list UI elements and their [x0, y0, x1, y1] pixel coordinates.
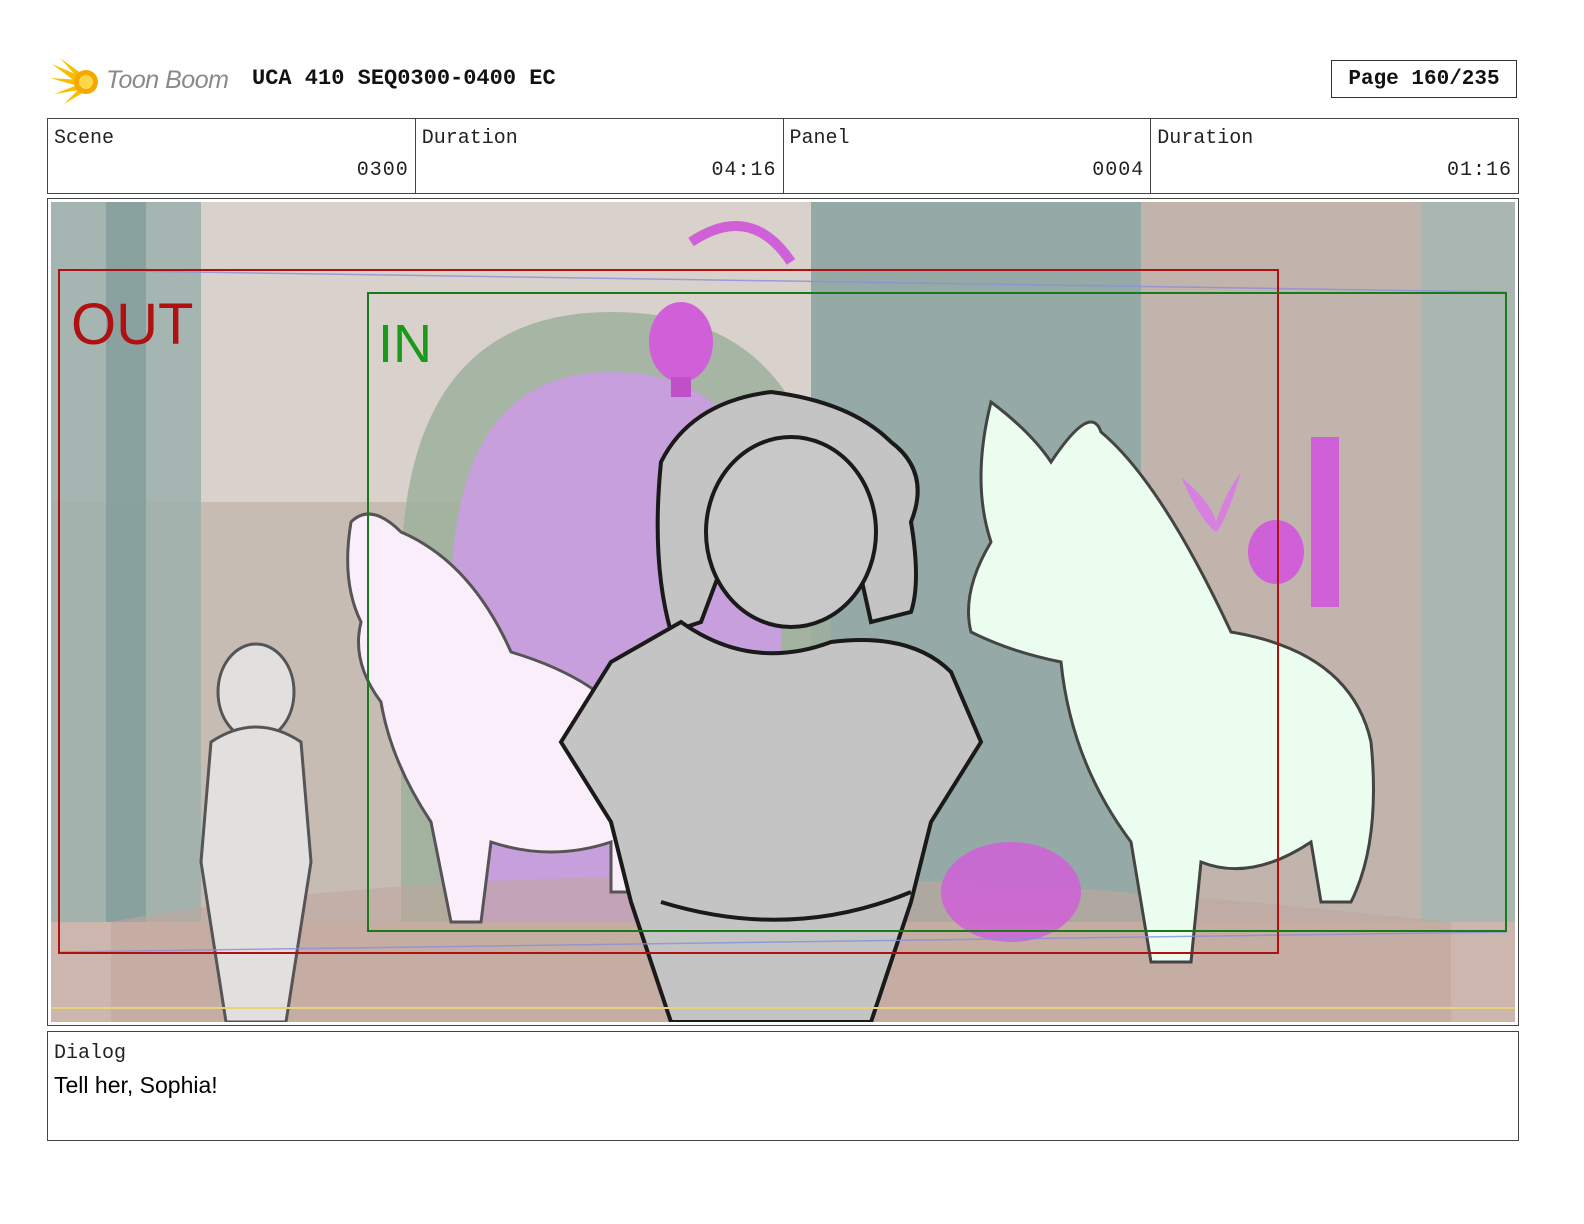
scene-info-table: Scene 0300 Duration 04:16 Panel 0004 Dur… [47, 118, 1519, 194]
dialog-label: Dialog [54, 1042, 127, 1065]
right-column [1421, 202, 1515, 1022]
scene-label: Scene [54, 127, 115, 150]
panel-cell: Panel 0004 [784, 119, 1152, 193]
dialog-box: Dialog Tell her, Sophia! [47, 1031, 1519, 1141]
panel-value: 0004 [1092, 159, 1145, 182]
storyboard-drawing: OUT IN [51, 202, 1515, 1022]
in-label: IN [378, 314, 432, 374]
starburst-logo-icon [50, 58, 98, 104]
scene-value: 0300 [356, 159, 409, 182]
scene-duration-cell: Duration 04:16 [416, 119, 784, 193]
toon-boom-logo: Toon Boom [50, 56, 240, 108]
panel-duration-value: 01:16 [1446, 159, 1512, 182]
out-label: OUT [71, 292, 193, 357]
dialog-text: Tell her, Sophia! [54, 1072, 218, 1098]
panel-duration-label: Duration [1157, 127, 1254, 150]
scene-duration-label: Duration [421, 127, 518, 150]
panel-label: Panel [789, 127, 850, 150]
logo-wordmark: Toon Boom [106, 66, 229, 94]
scene-cell: Scene 0300 [48, 119, 416, 193]
panel-duration-cell: Duration 01:16 [1151, 119, 1518, 193]
girl-character-left [199, 642, 313, 1022]
scene-duration-value: 04:16 [711, 159, 777, 182]
storyboard-panel-image: OUT IN [51, 202, 1515, 1022]
magenta-basket [941, 842, 1081, 942]
page-indicator: Page 160/235 [1331, 60, 1517, 98]
document-title: UCA 410 SEQ0300-0400 EC [252, 66, 556, 91]
